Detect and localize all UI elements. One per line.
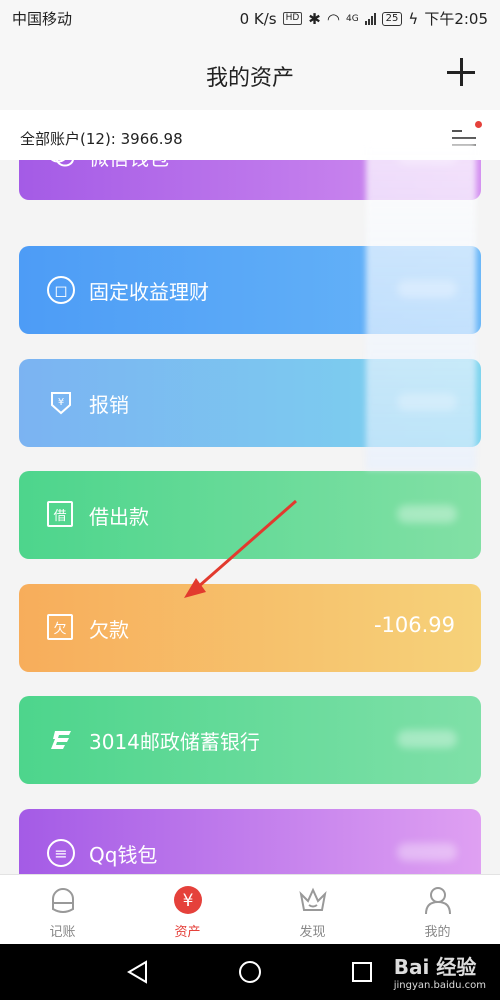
battery-icon: 25 bbox=[381, 11, 403, 26]
loan-out-icon: 借 bbox=[47, 501, 73, 527]
postal-bank-icon bbox=[47, 726, 75, 754]
watermark-url: jingyan.baidu.com bbox=[393, 980, 486, 991]
tab-label: 发现 bbox=[299, 925, 326, 940]
watermark: Bai 经验 jingyan.baidu.com bbox=[394, 951, 486, 991]
account-name: 借出款 bbox=[89, 505, 149, 529]
account-name: 微信钱包 bbox=[89, 160, 169, 171]
bookkeeping-icon bbox=[51, 888, 74, 913]
debt-icon: 欠 bbox=[47, 614, 73, 640]
user-icon bbox=[424, 887, 451, 915]
account-name: 固定收益理财 bbox=[89, 280, 209, 304]
watermark-text: Bai 经验 bbox=[393, 955, 477, 979]
account-balance: -106.99 bbox=[373, 613, 455, 637]
bluetooth-icon: ✱ bbox=[308, 9, 321, 28]
tab-label: 资产 bbox=[174, 925, 201, 940]
account-name: 3014邮政储蓄银行 bbox=[89, 730, 260, 754]
wechat-icon bbox=[47, 160, 75, 170]
network-type: 4G bbox=[345, 13, 359, 24]
svg-text:¥: ¥ bbox=[58, 397, 64, 408]
svg-text:¥: ¥ bbox=[182, 891, 193, 911]
reimburse-icon: ¥ bbox=[47, 389, 75, 417]
qq-wallet-icon: ≡ bbox=[47, 839, 75, 867]
wifi-icon: ◠ bbox=[326, 9, 340, 28]
account-card-loan-out[interactable]: 借 借出款 bbox=[19, 471, 481, 559]
hd-icon: HD bbox=[282, 12, 303, 25]
signal-icon bbox=[364, 12, 376, 25]
account-card-postal-bank[interactable]: 3014邮政储蓄银行 bbox=[19, 696, 481, 784]
notification-dot bbox=[475, 121, 482, 128]
tab-bookkeeping[interactable]: 记账 bbox=[0, 875, 125, 945]
home-circle-icon[interactable] bbox=[236, 958, 264, 986]
clock: 下午2:05 bbox=[424, 10, 488, 28]
charging-icon: ϟ bbox=[408, 9, 419, 28]
tab-discover[interactable]: 发现 bbox=[250, 875, 375, 945]
back-triangle-icon[interactable] bbox=[124, 958, 152, 986]
yuan-icon: ¥ bbox=[173, 886, 202, 914]
recent-square-icon[interactable] bbox=[348, 958, 376, 986]
carrier-label: 中国移动 bbox=[12, 10, 73, 28]
bottom-tab-bar: 记账 ¥ 资产 发现 我的 bbox=[0, 874, 500, 945]
hidden-balance bbox=[397, 843, 457, 861]
plus-icon[interactable] bbox=[446, 58, 476, 88]
network-speed: 0 K/s bbox=[239, 9, 277, 28]
crown-icon bbox=[298, 887, 327, 911]
account-name: 报销 bbox=[89, 393, 129, 417]
hidden-balance bbox=[397, 505, 457, 523]
total-accounts: 全部账户(12): 3966.98 bbox=[20, 130, 183, 148]
header: 我的资产 bbox=[0, 36, 500, 110]
privacy-blur-mask bbox=[366, 142, 476, 470]
account-card-qq-wallet[interactable]: ≡ Qq钱包 bbox=[19, 809, 481, 874]
tab-label: 记账 bbox=[49, 925, 76, 940]
tab-assets[interactable]: ¥ 资产 bbox=[125, 875, 250, 945]
hidden-balance bbox=[397, 730, 457, 748]
status-indicators: 0 K/s HD ✱ ◠ 4G 25 ϟ 下午2:05 bbox=[240, 8, 488, 29]
fixed-income-icon: ◻ bbox=[47, 276, 75, 304]
status-bar: 中国移动 0 K/s HD ✱ ◠ 4G 25 ϟ 下午2:05 bbox=[0, 0, 500, 36]
page-title: 我的资产 bbox=[205, 66, 294, 91]
tab-me[interactable]: 我的 bbox=[375, 875, 500, 945]
account-name: 欠款 bbox=[89, 618, 129, 642]
account-name: Qq钱包 bbox=[89, 843, 158, 867]
tab-label: 我的 bbox=[424, 925, 451, 940]
account-card-debt[interactable]: 欠 欠款 -106.99 bbox=[19, 584, 481, 672]
